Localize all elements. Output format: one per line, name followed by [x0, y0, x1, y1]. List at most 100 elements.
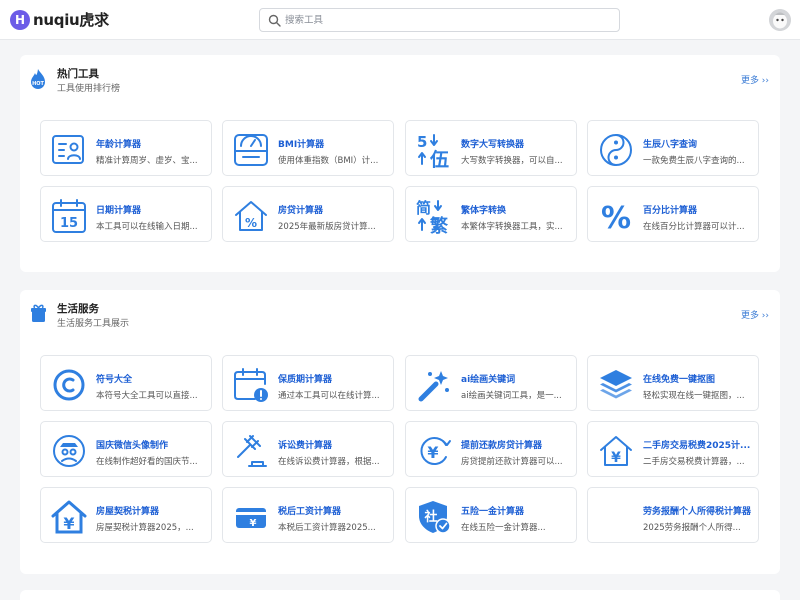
- tool-card-bmi[interactable]: BMI计算器 使用体重指数（BMI）计...: [222, 120, 394, 176]
- card-description: 大写数字转换器，可以自...: [461, 156, 563, 166]
- tool-card-labor-income-tax[interactable]: 劳务报酬个人所得税计算器 2025劳务报酬个人所得...: [587, 487, 759, 543]
- gavel-icon: [237, 435, 267, 467]
- wallet-yen-icon: ¥: [236, 508, 266, 529]
- tool-card-prepayment[interactable]: ¥ 提前还款房贷计算器 房贷提前还款计算器可以...: [405, 421, 577, 477]
- card-description: 在线诉讼费计算器，根据...: [278, 457, 380, 467]
- logo[interactable]: H nuqiu虎求: [10, 9, 109, 31]
- card-description: 二手房交易税费计算器，...: [643, 457, 745, 467]
- tool-card-after-tax-salary[interactable]: ¥ 税后工资计算器 本税后工资计算器2025...: [222, 487, 394, 543]
- card-title: 房屋契税计算器: [96, 507, 160, 517]
- scale-icon: [234, 134, 268, 166]
- card-description: 2025年最新版房贷计算...: [278, 222, 376, 232]
- svg-text:繁: 繁: [429, 215, 449, 234]
- card-description: 2025劳务报酬个人所得...: [643, 523, 741, 533]
- card-title: 日期计算器: [96, 206, 142, 216]
- card-description: 在线百分比计算器可以计...: [643, 222, 745, 232]
- card-title: 保质期计算器: [278, 375, 333, 385]
- card-description: 精准计算周岁、虚岁、宝...: [96, 156, 198, 166]
- logo-letter: H: [14, 13, 26, 27]
- card-title: 国庆微信头像制作: [96, 441, 169, 451]
- avatar-badge-icon: [53, 435, 85, 467]
- traditional-convert-icon: 简 繁: [416, 199, 449, 234]
- card-title: 繁体字转换: [461, 206, 507, 216]
- section-subtitle: 生活服务工具展示: [57, 319, 130, 329]
- card-description: 在线五险一金计算器...: [461, 523, 546, 533]
- percent-icon: %: [601, 201, 631, 234]
- tool-card-number-uppercase[interactable]: 5 伍 数字大写转换器 大写数字转换器，可以自...: [405, 120, 577, 176]
- card-description: 通过本工具可以在线计算...: [278, 391, 380, 401]
- card-title: 房贷计算器: [278, 206, 324, 216]
- gift-icon: [31, 304, 46, 322]
- card-description: 本繁体字转换器工具，实...: [461, 222, 563, 232]
- tool-card-national-avatar[interactable]: 国庆微信头像制作 在线制作超好看的国庆节...: [40, 421, 212, 477]
- house-tax-icon: ¥: [51, 500, 87, 534]
- tool-card-social-insurance[interactable]: 社 五险一金计算器 在线五险一金计算器...: [405, 487, 577, 543]
- svg-text:伍: 伍: [429, 148, 449, 168]
- card-title: 在线免费一键抠图: [643, 375, 716, 385]
- tool-card-age[interactable]: 年龄计算器 精准计算周岁、虚岁、宝...: [40, 120, 212, 176]
- yin-yang-icon: [600, 134, 632, 166]
- search-box[interactable]: [259, 8, 620, 32]
- svg-text:社: 社: [423, 509, 437, 525]
- tool-card-bazi[interactable]: 生辰八字查询 一款免费生辰八字查询的...: [587, 120, 759, 176]
- tool-card-cutout[interactable]: 在线免费一键抠图 轻松实现在线一键抠图，...: [587, 355, 759, 411]
- tool-card-traditional[interactable]: 简 繁 繁体字转换 本繁体字转换器工具，实...: [405, 186, 577, 242]
- top-bar: H nuqiu虎求: [0, 0, 800, 40]
- svg-text:%: %: [601, 201, 631, 234]
- tool-card-mortgage[interactable]: % 房贷计算器 2025年最新版房贷计算...: [222, 186, 394, 242]
- svg-text:简: 简: [416, 199, 431, 217]
- layers-icon: [600, 370, 632, 399]
- svg-text:¥: ¥: [611, 450, 621, 466]
- card-description: ai绘画关键词工具，是一...: [461, 391, 562, 401]
- card-description: 本工具可以在线输入日期...: [96, 222, 198, 232]
- tool-card-date[interactable]: 15 日期计算器 本工具可以在线输入日期...: [40, 186, 212, 242]
- house-percent-icon: %: [235, 201, 267, 231]
- section-title: 生活服务: [57, 303, 99, 315]
- tool-card-shelf-life[interactable]: 保质期计算器 通过本工具可以在线计算...: [222, 355, 394, 411]
- card-title: 数字大写转换器: [461, 140, 525, 150]
- section-next: [20, 590, 780, 600]
- card-title: 税后工资计算器: [278, 507, 342, 517]
- card-title: 诉讼费计算器: [278, 441, 333, 451]
- svg-text:15: 15: [60, 216, 78, 231]
- tool-card-percent[interactable]: % 百分比计算器 在线百分比计算器可以计...: [587, 186, 759, 242]
- calendar-alert-icon: [234, 368, 268, 402]
- logo-badge: H: [10, 10, 30, 30]
- card-title: 提前还款房贷计算器: [461, 441, 543, 451]
- number-convert-icon: 5 伍: [417, 133, 449, 168]
- search-input[interactable]: [285, 11, 605, 29]
- more-link[interactable]: 更多 ››: [741, 73, 769, 86]
- hot-badge-text: HOT: [32, 81, 44, 87]
- tool-card-symbols[interactable]: 符号大全 本符号大全工具可以直接...: [40, 355, 212, 411]
- user-avatar[interactable]: [769, 9, 791, 31]
- yen-refresh-icon: ¥: [420, 437, 451, 465]
- card-title: 五险一金计算器: [461, 507, 525, 517]
- card-title: ai绘画关键词: [461, 375, 516, 385]
- card-description: 本符号大全工具可以直接...: [96, 391, 198, 401]
- card-title: 年龄计算器: [96, 140, 142, 150]
- svg-text:%: %: [245, 216, 257, 230]
- svg-text:¥: ¥: [250, 518, 257, 529]
- symbol-icon: [53, 369, 85, 401]
- card-title: 劳务报酬个人所得税计算器: [643, 507, 752, 517]
- logo-text: nuqiu虎求: [33, 11, 109, 29]
- card-description: 房贷提前还款计算器可以...: [461, 457, 563, 467]
- id-card-icon: [52, 135, 84, 164]
- shield-social-icon: 社: [419, 501, 451, 534]
- more-link[interactable]: 更多 ››: [741, 308, 769, 321]
- card-title: 百分比计算器: [643, 206, 698, 216]
- tool-card-deed-tax[interactable]: ¥ 房屋契税计算器 房屋契税计算器2025，...: [40, 487, 212, 543]
- section-title: 热门工具: [57, 68, 99, 80]
- section-subtitle: 工具使用排行榜: [57, 84, 121, 94]
- svg-text:5: 5: [417, 133, 427, 151]
- search-icon: [268, 14, 281, 27]
- card-title: BMI计算器: [278, 140, 325, 150]
- card-title: 二手房交易税费2025计...: [643, 441, 751, 451]
- card-title: 符号大全: [96, 375, 133, 385]
- tool-card-litigation[interactable]: 诉讼费计算器 在线诉讼费计算器，根据...: [222, 421, 394, 477]
- tool-card-second-hand-tax[interactable]: ¥ 二手房交易税费2025计... 二手房交易税费计算器，...: [587, 421, 759, 477]
- svg-text:¥: ¥: [63, 514, 74, 533]
- card-description: 在线制作超好看的国庆节...: [96, 457, 198, 467]
- tool-card-ai-keywords[interactable]: ai绘画关键词 ai绘画关键词工具，是一...: [405, 355, 577, 411]
- card-title: 生辰八字查询: [643, 140, 698, 150]
